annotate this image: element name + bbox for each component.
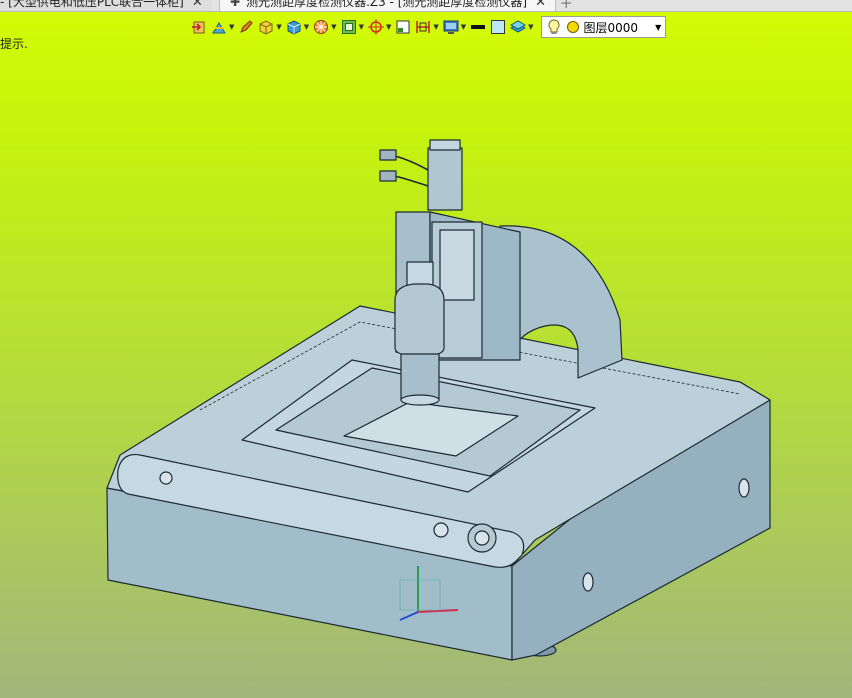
connector bbox=[379, 149, 397, 161]
panel-button bbox=[433, 522, 449, 538]
servo-motor bbox=[427, 147, 463, 211]
right-knob bbox=[582, 572, 594, 592]
motor-cable bbox=[394, 155, 429, 187]
thickness-instrument-model bbox=[106, 139, 771, 661]
right-knob bbox=[738, 478, 750, 498]
z-slide-carriage bbox=[439, 229, 475, 301]
cad-viewport[interactable] bbox=[0, 0, 852, 698]
probe-body bbox=[394, 283, 445, 357]
probe-tip bbox=[400, 394, 440, 406]
probe-upper bbox=[406, 261, 434, 287]
connector bbox=[379, 170, 397, 182]
control-dial-center bbox=[474, 530, 490, 546]
probe-lens-tube bbox=[400, 353, 440, 401]
panel-button bbox=[159, 471, 173, 485]
motor-cap bbox=[429, 139, 461, 151]
